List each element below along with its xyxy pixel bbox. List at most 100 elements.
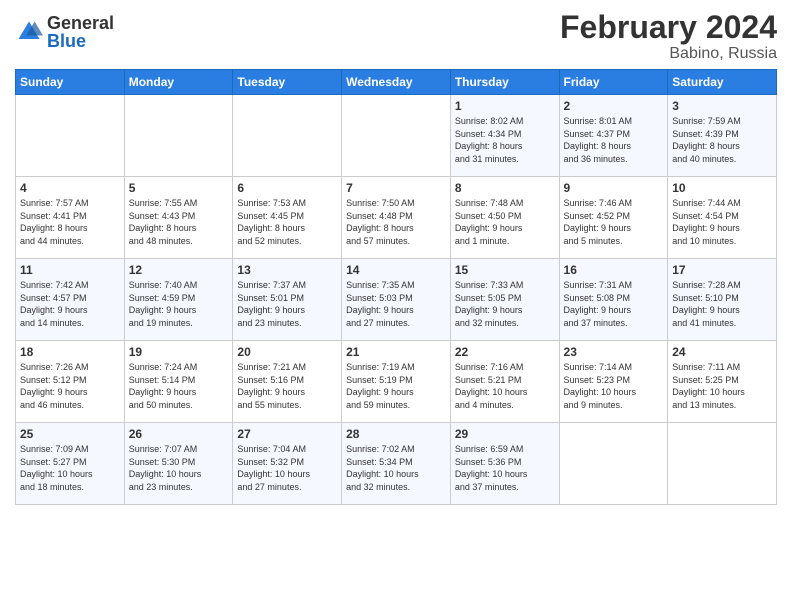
calendar-cell [16,95,125,177]
day-number: 17 [672,263,772,277]
calendar-week-0: 1 Sunrise: 8:02 AM Sunset: 4:34 PM Daylig… [16,95,777,177]
day-info: Sunrise: 7:53 AM Sunset: 4:45 PM Dayligh… [237,197,337,247]
header-row: Sunday Monday Tuesday Wednesday Thursday… [16,70,777,95]
day-number: 10 [672,181,772,195]
title-section: February 2024 Babino, Russia [560,10,777,63]
calendar-cell: 17 Sunrise: 7:28 AM Sunset: 5:10 PM Dayli… [668,259,777,341]
day-number: 11 [20,263,120,277]
calendar-cell: 14 Sunrise: 7:35 AM Sunset: 5:03 PM Dayli… [342,259,451,341]
day-number: 25 [20,427,120,441]
calendar-body: 1 Sunrise: 8:02 AM Sunset: 4:34 PM Daylig… [16,95,777,505]
day-info: Sunrise: 7:14 AM Sunset: 5:23 PM Dayligh… [564,361,664,411]
day-info: Sunrise: 7:42 AM Sunset: 4:57 PM Dayligh… [20,279,120,329]
calendar-header: Sunday Monday Tuesday Wednesday Thursday… [16,70,777,95]
day-number: 16 [564,263,664,277]
day-number: 18 [20,345,120,359]
logo: General Blue [15,14,114,50]
logo-general: General [47,14,114,32]
calendar-cell: 4Sunrise: 7:57 AM Sunset: 4:41 PM Daylig… [16,177,125,259]
day-number: 7 [346,181,446,195]
day-info: Sunrise: 7:19 AM Sunset: 5:19 PM Dayligh… [346,361,446,411]
header-friday: Friday [559,70,668,95]
header-thursday: Thursday [450,70,559,95]
day-number: 2 [564,99,664,113]
day-info: Sunrise: 7:07 AM Sunset: 5:30 PM Dayligh… [129,443,229,493]
calendar-week-2: 11 Sunrise: 7:42 AM Sunset: 4:57 PM Dayli… [16,259,777,341]
calendar-cell [233,95,342,177]
day-number: 8 [455,181,555,195]
day-number: 21 [346,345,446,359]
calendar-cell: 11 Sunrise: 7:42 AM Sunset: 4:57 PM Dayli… [16,259,125,341]
day-number: 26 [129,427,229,441]
day-number: 1 [455,99,555,113]
day-number: 13 [237,263,337,277]
header-tuesday: Tuesday [233,70,342,95]
day-info: Sunrise: 7:57 AM Sunset: 4:41 PM Dayligh… [20,197,120,247]
calendar-cell: 23 Sunrise: 7:14 AM Sunset: 5:23 PM Dayli… [559,341,668,423]
day-info: Sunrise: 7:11 AM Sunset: 5:25 PM Dayligh… [672,361,772,411]
day-info: Sunrise: 7:24 AM Sunset: 5:14 PM Dayligh… [129,361,229,411]
day-number: 23 [564,345,664,359]
calendar-cell [668,423,777,505]
day-info: Sunrise: 7:46 AM Sunset: 4:52 PM Dayligh… [564,197,664,247]
calendar-cell: 19 Sunrise: 7:24 AM Sunset: 5:14 PM Dayli… [124,341,233,423]
day-info: Sunrise: 7:59 AM Sunset: 4:39 PM Dayligh… [672,115,772,165]
calendar-cell: 3 Sunrise: 7:59 AM Sunset: 4:39 PM Daylig… [668,95,777,177]
day-number: 6 [237,181,337,195]
day-number: 3 [672,99,772,113]
day-number: 15 [455,263,555,277]
day-number: 29 [455,427,555,441]
day-info: Sunrise: 7:16 AM Sunset: 5:21 PM Dayligh… [455,361,555,411]
day-info: Sunrise: 7:40 AM Sunset: 4:59 PM Dayligh… [129,279,229,329]
calendar-cell: 9 Sunrise: 7:46 AM Sunset: 4:52 PM Daylig… [559,177,668,259]
day-info: Sunrise: 7:21 AM Sunset: 5:16 PM Dayligh… [237,361,337,411]
day-info: Sunrise: 7:33 AM Sunset: 5:05 PM Dayligh… [455,279,555,329]
day-info: Sunrise: 7:50 AM Sunset: 4:48 PM Dayligh… [346,197,446,247]
day-info: Sunrise: 7:44 AM Sunset: 4:54 PM Dayligh… [672,197,772,247]
header-sunday: Sunday [16,70,125,95]
calendar-cell: 24Sunrise: 7:11 AM Sunset: 5:25 PM Dayli… [668,341,777,423]
calendar-week-3: 18 Sunrise: 7:26 AM Sunset: 5:12 PM Dayli… [16,341,777,423]
day-number: 22 [455,345,555,359]
calendar-cell [342,95,451,177]
calendar-cell: 29 Sunrise: 6:59 AM Sunset: 5:36 PM Dayli… [450,423,559,505]
day-number: 19 [129,345,229,359]
day-info: Sunrise: 7:04 AM Sunset: 5:32 PM Dayligh… [237,443,337,493]
day-number: 20 [237,345,337,359]
location: Babino, Russia [560,45,777,63]
day-info: Sunrise: 7:37 AM Sunset: 5:01 PM Dayligh… [237,279,337,329]
day-number: 5 [129,181,229,195]
calendar-cell: 2 Sunrise: 8:01 AM Sunset: 4:37 PM Daylig… [559,95,668,177]
calendar-cell: 20 Sunrise: 7:21 AM Sunset: 5:16 PM Dayli… [233,341,342,423]
day-info: Sunrise: 6:59 AM Sunset: 5:36 PM Dayligh… [455,443,555,493]
day-number: 12 [129,263,229,277]
day-number: 14 [346,263,446,277]
calendar-cell: 18 Sunrise: 7:26 AM Sunset: 5:12 PM Dayli… [16,341,125,423]
header-monday: Monday [124,70,233,95]
calendar-cell: 27 Sunrise: 7:04 AM Sunset: 5:32 PM Dayli… [233,423,342,505]
day-number: 27 [237,427,337,441]
header-saturday: Saturday [668,70,777,95]
calendar-cell: 10 Sunrise: 7:44 AM Sunset: 4:54 PM Dayli… [668,177,777,259]
day-number: 9 [564,181,664,195]
calendar-cell: 15 Sunrise: 7:33 AM Sunset: 5:05 PM Dayli… [450,259,559,341]
calendar-cell: 6 Sunrise: 7:53 AM Sunset: 4:45 PM Daylig… [233,177,342,259]
day-info: Sunrise: 8:02 AM Sunset: 4:34 PM Dayligh… [455,115,555,165]
day-info: Sunrise: 7:26 AM Sunset: 5:12 PM Dayligh… [20,361,120,411]
calendar-cell [559,423,668,505]
calendar-cell: 21 Sunrise: 7:19 AM Sunset: 5:19 PM Dayli… [342,341,451,423]
day-info: Sunrise: 7:09 AM Sunset: 5:27 PM Dayligh… [20,443,120,493]
calendar-week-4: 25 Sunrise: 7:09 AM Sunset: 5:27 PM Dayli… [16,423,777,505]
calendar-cell: 25 Sunrise: 7:09 AM Sunset: 5:27 PM Dayli… [16,423,125,505]
calendar-cell: 5Sunrise: 7:55 AM Sunset: 4:43 PM Daylig… [124,177,233,259]
day-info: Sunrise: 7:28 AM Sunset: 5:10 PM Dayligh… [672,279,772,329]
day-info: Sunrise: 7:02 AM Sunset: 5:34 PM Dayligh… [346,443,446,493]
calendar-cell: 8Sunrise: 7:48 AM Sunset: 4:50 PM Daylig… [450,177,559,259]
header-wednesday: Wednesday [342,70,451,95]
day-info: Sunrise: 8:01 AM Sunset: 4:37 PM Dayligh… [564,115,664,165]
day-info: Sunrise: 7:35 AM Sunset: 5:03 PM Dayligh… [346,279,446,329]
calendar-cell: 28Sunrise: 7:02 AM Sunset: 5:34 PM Dayli… [342,423,451,505]
calendar-cell: 16Sunrise: 7:31 AM Sunset: 5:08 PM Dayli… [559,259,668,341]
month-year: February 2024 [560,10,777,45]
page-container: General Blue February 2024 Babino, Russi… [0,0,792,515]
